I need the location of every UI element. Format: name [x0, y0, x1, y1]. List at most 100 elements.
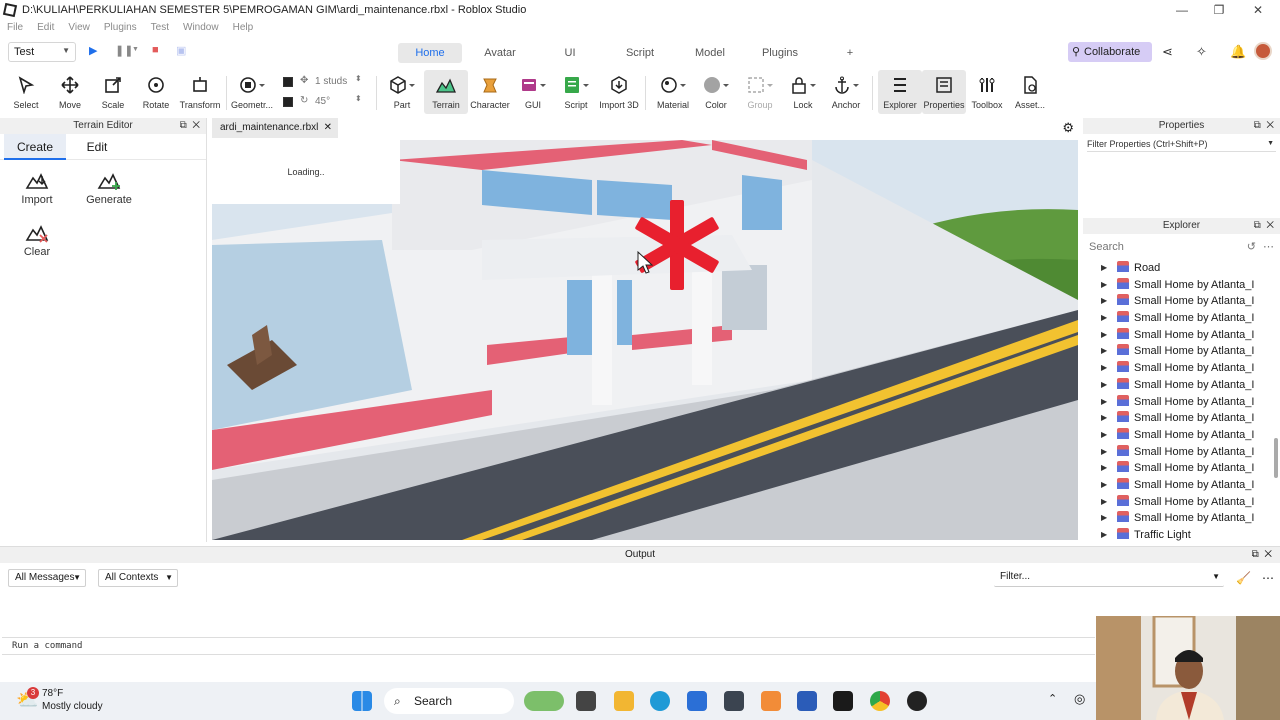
file-explorer-icon[interactable] [614, 691, 634, 711]
explorer-button[interactable]: Explorer [878, 70, 922, 114]
chevron-down-icon[interactable]: ▼ [1267, 136, 1274, 152]
expand-arrow-icon[interactable]: ▶ [1101, 277, 1107, 294]
close-icon[interactable]: ✕ [1266, 120, 1274, 131]
bell-icon[interactable]: 🔔 [1230, 44, 1246, 60]
explorer-tree-item[interactable]: ▶ Small Home by Atlanta_I [1083, 494, 1280, 511]
screen-icon[interactable]: ▣ [176, 44, 186, 57]
asset-manager-button[interactable]: Asset... [1008, 70, 1052, 114]
move-tool-button[interactable]: Move [48, 70, 92, 114]
clear-terrain-button[interactable]: Clear [7, 222, 67, 258]
import-3d-button[interactable]: Import 3D [597, 70, 641, 114]
popout-icon[interactable]: ⧉ [1252, 549, 1259, 560]
word-icon[interactable] [797, 691, 817, 711]
expand-arrow-icon[interactable]: ▶ [1101, 360, 1107, 377]
roblox-studio-icon[interactable] [833, 691, 853, 711]
explorer-tree-item[interactable]: ▶ Small Home by Atlanta_I [1083, 477, 1280, 494]
group-button[interactable]: Group [738, 70, 782, 114]
explorer-tree-item[interactable]: ▶ Small Home by Atlanta_I [1083, 310, 1280, 327]
snap-rotate-value[interactable]: 45° [315, 96, 330, 107]
expand-arrow-icon[interactable]: ▶ [1101, 260, 1107, 277]
explorer-tree-item[interactable]: ▶ Small Home by Atlanta_I [1083, 510, 1280, 527]
expand-arrow-icon[interactable]: ▶ [1101, 527, 1107, 542]
explorer-tree-item[interactable]: ▶ Road [1083, 260, 1280, 277]
toolbox-button[interactable]: Toolbox [965, 70, 1009, 114]
history-icon[interactable]: ↺ [1247, 238, 1256, 256]
xampp-icon[interactable] [761, 691, 781, 711]
play-icon[interactable]: ▶ [89, 44, 97, 57]
expand-arrow-icon[interactable]: ▶ [1101, 427, 1107, 444]
anchor-button[interactable]: Anchor [824, 70, 868, 114]
snap-rotate-stepper-icon[interactable]: ⬍ [355, 94, 362, 103]
3d-viewport[interactable]: Loading.. [212, 140, 1078, 540]
popout-icon[interactable]: ⧉ [1254, 220, 1261, 231]
scale-tool-button[interactable]: Scale [91, 70, 135, 114]
more-options-icon[interactable]: ⋯ [1263, 238, 1274, 256]
tab-model[interactable]: Model [688, 43, 732, 63]
explorer-tree-item[interactable]: ▶ Small Home by Atlanta_I [1083, 360, 1280, 377]
filter-properties-input[interactable]: Filter Properties (Ctrl+Shift+P) ▼ [1087, 136, 1276, 152]
expand-arrow-icon[interactable]: ▶ [1101, 494, 1107, 511]
generate-terrain-button[interactable]: Generate [79, 170, 139, 206]
pause-icon[interactable]: ❚❚ [115, 44, 133, 57]
share-icon[interactable]: ⋖ [1162, 44, 1173, 60]
expand-arrow-icon[interactable]: ▶ [1101, 510, 1107, 527]
geometry-tool-button[interactable]: Geometr... [230, 70, 274, 114]
explorer-tree-item[interactable]: ▶ Small Home by Atlanta_I [1083, 377, 1280, 394]
more-options-icon[interactable]: ⋯ [1262, 571, 1274, 585]
chevron-up-icon[interactable]: ⌃ [1048, 692, 1057, 705]
test-mode-select[interactable]: Test ▼ [8, 42, 76, 62]
menu-plugins[interactable]: Plugins [97, 20, 144, 36]
menu-file[interactable]: File [0, 20, 30, 36]
menu-help[interactable]: Help [226, 20, 261, 36]
settings-gear-icon[interactable]: ⚙ [1062, 120, 1074, 136]
task-view-icon[interactable] [576, 691, 596, 711]
expand-arrow-icon[interactable]: ▶ [1101, 310, 1107, 327]
expand-arrow-icon[interactable]: ▶ [1101, 327, 1107, 344]
script-button[interactable]: Script [554, 70, 598, 114]
expand-arrow-icon[interactable]: ▶ [1101, 477, 1107, 494]
close-icon[interactable]: ✕ [324, 118, 332, 138]
menu-edit[interactable]: Edit [30, 20, 61, 36]
select-tool-button[interactable]: Select [4, 70, 48, 114]
restore-icon[interactable]: ❐ [1207, 2, 1231, 18]
expand-arrow-icon[interactable]: ▶ [1101, 410, 1107, 427]
snap-move-checkbox[interactable] [283, 77, 293, 87]
close-icon[interactable]: ✕ [1246, 2, 1270, 18]
explorer-tree-item[interactable]: ▶ Small Home by Atlanta_I [1083, 394, 1280, 411]
chevron-down-icon[interactable]: ▼ [132, 46, 139, 53]
tab-add[interactable]: + [840, 43, 860, 63]
material-button[interactable]: Material [651, 70, 695, 114]
expand-arrow-icon[interactable]: ▶ [1101, 377, 1107, 394]
menu-window[interactable]: Window [176, 20, 226, 36]
expand-arrow-icon[interactable]: ▶ [1101, 460, 1107, 477]
document-tab[interactable]: ardi_maintenance.rbxl ✕ [212, 118, 338, 138]
color-button[interactable]: Color [694, 70, 738, 114]
explorer-tree-item[interactable]: ▶ Small Home by Atlanta_I [1083, 343, 1280, 360]
close-icon[interactable]: ✕ [1264, 549, 1272, 560]
chrome-icon[interactable] [870, 691, 890, 711]
close-icon[interactable]: ✕ [192, 120, 200, 131]
gui-button[interactable]: GUI [511, 70, 555, 114]
collaborate-button[interactable]: ⚲ Collaborate [1068, 42, 1152, 62]
snap-move-value[interactable]: 1 studs [315, 76, 347, 87]
part-button[interactable]: Part [380, 70, 424, 114]
explorer-tree-item[interactable]: ▶ Small Home by Atlanta_I [1083, 327, 1280, 344]
expand-arrow-icon[interactable]: ▶ [1101, 293, 1107, 310]
import-terrain-button[interactable]: Import [7, 170, 67, 206]
properties-button[interactable]: Properties [922, 70, 966, 114]
tab-create[interactable]: Create [4, 134, 66, 160]
clear-output-icon[interactable]: 🧹 [1236, 571, 1251, 585]
snap-move-stepper-icon[interactable]: ⬍ [355, 74, 362, 83]
snap-rotate-checkbox[interactable] [283, 97, 293, 107]
menu-view[interactable]: View [61, 20, 97, 36]
explorer-tree-item[interactable]: ▶ Small Home by Atlanta_I [1083, 444, 1280, 461]
avatar[interactable] [1254, 42, 1272, 60]
explorer-tree-item[interactable]: ▶ Small Home by Atlanta_I [1083, 460, 1280, 477]
popout-icon[interactable]: ⧉ [1254, 120, 1261, 131]
character-button[interactable]: Character [468, 70, 512, 114]
obs-icon[interactable] [907, 691, 927, 711]
popout-icon[interactable]: ⧉ [180, 120, 187, 131]
lock-button[interactable]: Lock [781, 70, 825, 114]
windows-start-icon[interactable] [352, 691, 372, 711]
transform-tool-button[interactable]: Transform [178, 70, 222, 114]
